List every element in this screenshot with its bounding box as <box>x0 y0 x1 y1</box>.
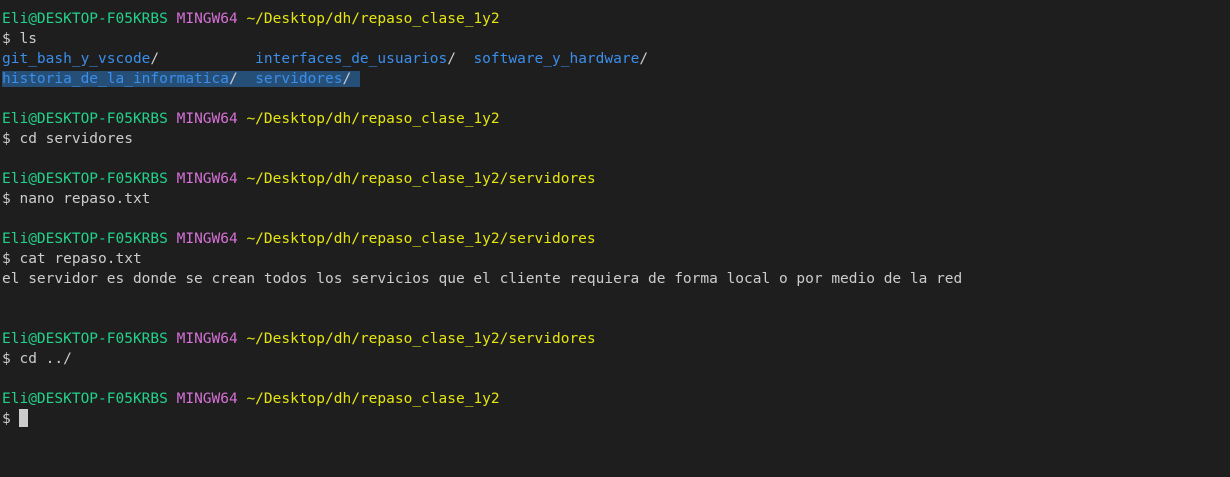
prompt-shell: MINGW64 <box>176 231 238 247</box>
directory-entry[interactable]: servidores <box>255 71 342 87</box>
prompt-user: Eli@DESKTOP-F05KRBS <box>2 391 168 407</box>
prompt-path: ~/Desktop/dh/repaso_clase_1y2/servidores <box>246 231 596 247</box>
command-line: $ cd ../ <box>2 349 1230 369</box>
prompt-line: Eli@DESKTOP-F05KRBS MINGW64 ~/Desktop/dh… <box>2 169 1230 189</box>
prompt-path: ~/Desktop/dh/repaso_clase_1y2 <box>246 391 500 407</box>
ls-output-row: git_bash_y_vscode/ interfaces_de_usuario… <box>2 51 649 67</box>
prompt-path: ~/Desktop/dh/repaso_clase_1y2/servidores <box>246 331 596 347</box>
prompt-shell: MINGW64 <box>176 111 238 127</box>
prompt-symbol: $ <box>2 31 11 47</box>
command-line: $ nano repaso.txt <box>2 189 1230 209</box>
prompt-user: Eli@DESKTOP-F05KRBS <box>2 171 168 187</box>
prompt-symbol: $ <box>2 351 11 367</box>
directory-entry[interactable]: interfaces_de_usuarios <box>255 51 447 67</box>
prompt-path: ~/Desktop/dh/repaso_clase_1y2 <box>246 111 500 127</box>
command-text: cd servidores <box>19 131 133 147</box>
prompt-shell: MINGW64 <box>176 391 238 407</box>
command-line[interactable]: $ <box>2 409 1230 429</box>
prompt-shell: MINGW64 <box>176 171 238 187</box>
command-text: ls <box>19 31 37 47</box>
prompt-user: Eli@DESKTOP-F05KRBS <box>2 331 168 347</box>
command-line: $ cat repaso.txt <box>2 249 1230 269</box>
text-cursor <box>19 409 29 427</box>
command-output: el servidor es donde se crean todos los … <box>2 271 963 287</box>
directory-entry[interactable]: git_bash_y_vscode <box>2 51 150 67</box>
prompt-line: Eli@DESKTOP-F05KRBS MINGW64 ~/Desktop/dh… <box>2 329 1230 349</box>
prompt-line: Eli@DESKTOP-F05KRBS MINGW64 ~/Desktop/dh… <box>2 9 1230 29</box>
prompt-shell: MINGW64 <box>176 331 238 347</box>
prompt-user: Eli@DESKTOP-F05KRBS <box>2 231 168 247</box>
prompt-path: ~/Desktop/dh/repaso_clase_1y2 <box>246 11 500 27</box>
prompt-shell: MINGW64 <box>176 11 238 27</box>
ls-output-row: historia_de_la_informatica/ servidores/ <box>2 69 1230 89</box>
selected-text[interactable]: historia_de_la_informatica/ servidores/ <box>2 71 360 87</box>
command-text: cat repaso.txt <box>19 251 142 267</box>
prompt-line: Eli@DESKTOP-F05KRBS MINGW64 ~/Desktop/dh… <box>2 389 1230 409</box>
prompt-symbol: $ <box>2 411 11 427</box>
command-text: cd ../ <box>19 351 72 367</box>
prompt-symbol: $ <box>2 191 11 207</box>
prompt-symbol: $ <box>2 251 11 267</box>
prompt-user: Eli@DESKTOP-F05KRBS <box>2 111 168 127</box>
prompt-path: ~/Desktop/dh/repaso_clase_1y2/servidores <box>246 171 596 187</box>
command-line: $ ls <box>2 29 1230 49</box>
command-line: $ cd servidores <box>2 129 1230 149</box>
prompt-line: Eli@DESKTOP-F05KRBS MINGW64 ~/Desktop/dh… <box>2 109 1230 129</box>
prompt-line: Eli@DESKTOP-F05KRBS MINGW64 ~/Desktop/dh… <box>2 229 1230 249</box>
directory-entry[interactable]: software_y_hardware <box>473 51 639 67</box>
terminal-window[interactable]: Eli@DESKTOP-F05KRBS MINGW64 ~/Desktop/dh… <box>0 0 1230 477</box>
directory-entry[interactable]: historia_de_la_informatica <box>2 71 229 87</box>
prompt-user: Eli@DESKTOP-F05KRBS <box>2 11 168 27</box>
command-text: nano repaso.txt <box>19 191 151 207</box>
prompt-symbol: $ <box>2 131 11 147</box>
